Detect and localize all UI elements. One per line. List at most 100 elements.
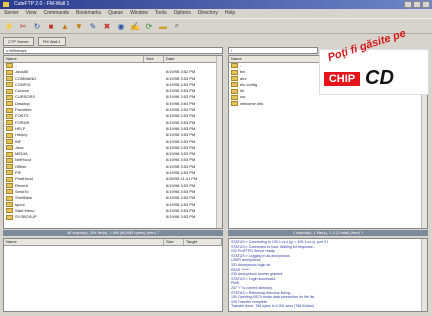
file-name: SYSBCKUP xyxy=(15,214,37,220)
folder-icon xyxy=(231,63,238,69)
column-date[interactable]: Date xyxy=(164,56,219,62)
folder-icon xyxy=(6,132,13,138)
folder-icon xyxy=(6,94,13,100)
connection-tab-site[interactable]: FM Wall 1 xyxy=(37,36,66,46)
file-name: SendTo xyxy=(15,188,29,194)
folder-icon xyxy=(231,76,238,82)
file-name: MEDIA xyxy=(15,151,28,157)
stop-icon[interactable]: ■ xyxy=(46,21,56,31)
file-name: Java xyxy=(15,144,24,150)
download-icon[interactable]: ▼ xyxy=(74,21,84,31)
cell-size xyxy=(144,214,164,220)
folder-icon xyxy=(6,195,13,201)
chip-cd-badge: Poţi fi găsite pe CHIP CD xyxy=(320,27,428,94)
edit-icon[interactable]: ✍ xyxy=(130,21,140,31)
file-name: FONTS xyxy=(15,113,29,119)
file-name: FORMS xyxy=(15,119,30,125)
file-name: Desktop xyxy=(15,100,30,106)
upload-icon[interactable]: ▲ xyxy=(60,21,70,31)
file-name: Recent xyxy=(15,182,28,188)
file-name: CONFIG xyxy=(15,81,31,87)
file-name: bin xyxy=(240,69,246,75)
menu-tools[interactable]: Tools xyxy=(155,9,167,18)
disconnect-icon[interactable]: ✂ xyxy=(18,21,28,31)
file-name: Offline xyxy=(15,163,27,169)
file-name: CURSORS xyxy=(15,94,36,100)
connect-icon[interactable]: ⚡ xyxy=(4,21,14,31)
column-name[interactable]: Name xyxy=(4,239,164,245)
refresh-icon[interactable]: ⟳ xyxy=(144,21,154,31)
app-icon xyxy=(3,2,9,7)
menu-server[interactable]: Server xyxy=(4,9,19,18)
cell-size xyxy=(339,101,364,107)
local-path-field[interactable]: c:\Windows xyxy=(3,47,223,54)
file-name: PrintHood xyxy=(15,176,33,182)
folder-icon xyxy=(231,82,238,88)
folder-icon xyxy=(6,101,13,107)
file-name: COMMAND xyxy=(15,75,37,81)
column-size[interactable]: Size xyxy=(144,56,164,62)
maximize-button[interactable] xyxy=(413,1,421,8)
menu-directory[interactable]: Directory xyxy=(198,9,218,18)
column-size[interactable]: Size xyxy=(164,239,184,245)
folder-icon xyxy=(6,189,13,195)
rename-icon[interactable]: ✎ xyxy=(88,21,98,31)
file-name: History xyxy=(15,132,28,138)
menu-view[interactable]: View xyxy=(26,9,37,18)
folder-icon xyxy=(6,170,13,176)
find-icon[interactable]: ⌕ xyxy=(172,21,182,31)
file-name: INF xyxy=(15,138,22,144)
log-pane: STATUS:> Connecting to 195.1.xx.x (ip = … xyxy=(228,238,428,312)
menu-help[interactable]: Help xyxy=(225,9,235,18)
file-name: .. xyxy=(240,63,243,68)
log-list: STATUS:> Connecting to 195.1.xx.x (ip = … xyxy=(229,240,427,309)
menu-commands[interactable]: Commands xyxy=(43,9,69,18)
menu-window[interactable]: Window xyxy=(130,9,148,18)
folder-icon xyxy=(6,76,13,82)
folder-icon xyxy=(6,113,13,119)
folder-icon xyxy=(6,139,13,144)
file-name: lib xyxy=(240,88,245,94)
folder-icon xyxy=(6,69,13,75)
menu-options[interactable]: Options xyxy=(174,9,191,18)
column-name[interactable]: Name xyxy=(4,56,144,62)
folder-icon xyxy=(6,157,13,163)
file-row[interactable]: welcome.info xyxy=(229,101,427,107)
folder-icon xyxy=(6,214,13,220)
folder-icon xyxy=(231,88,238,94)
menu-queue[interactable]: Queue xyxy=(108,9,123,18)
close-button[interactable] xyxy=(422,1,430,8)
cell-name: welcome.info xyxy=(229,101,339,107)
column-target[interactable]: Target xyxy=(184,239,222,245)
file-name: spool xyxy=(15,201,25,207)
reconnect-icon[interactable]: ↻ xyxy=(32,21,42,31)
local-file-pane: Name Size Date .. Java88 6/19/98 3:52 PM CO… xyxy=(3,55,223,229)
file-name: welcome.info xyxy=(240,100,264,106)
local-file-list: .. Java88 6/19/98 3:52 PM COMMAND 6/19/98 3:… xyxy=(4,63,222,220)
folder-icon[interactable]: ▬ xyxy=(158,21,168,31)
menu-bookmarks[interactable]: Bookmarks xyxy=(76,9,101,18)
delete-icon[interactable]: ✖ xyxy=(102,21,112,31)
folder-icon xyxy=(6,63,13,69)
connection-tab-server[interactable]: CTP Server xyxy=(3,36,34,46)
remote-status: 1 object(s), 1 file(s), 1.3 (1 total) (f… xyxy=(228,230,428,236)
window-title: CuteFTP 2.0 - FM-Wall 1 xyxy=(14,1,70,7)
file-name: Cursors xyxy=(15,88,30,94)
folder-icon xyxy=(6,208,13,214)
local-status: 48 object(s), 204 file(s), 1.5M (88,883 … xyxy=(3,230,223,236)
remote-path-field[interactable]: / xyxy=(228,47,318,54)
toolbar: ⚡ ✂ ↻ ■ ▲ ▼ ✎ ✖ ◉ ✍ ⟳ ▬ ⌕ xyxy=(0,18,432,34)
app-window: CuteFTP 2.0 - FM-Wall 1 Server View Comm… xyxy=(0,0,432,316)
view-icon[interactable]: ◉ xyxy=(116,21,126,31)
folder-icon xyxy=(6,126,13,132)
log-scrollbar[interactable] xyxy=(421,239,427,311)
file-name: Start Menu xyxy=(15,207,35,213)
minimize-button[interactable] xyxy=(404,1,412,8)
folder-icon xyxy=(6,164,13,170)
file-name: Favorites xyxy=(15,107,32,113)
local-scrollbar[interactable] xyxy=(216,56,222,228)
file-row[interactable]: SYSBCKUP 6/19/98 3:53 PM xyxy=(4,214,222,220)
folder-icon xyxy=(6,151,13,157)
folder-icon xyxy=(6,145,13,151)
folder-icon xyxy=(231,101,238,107)
